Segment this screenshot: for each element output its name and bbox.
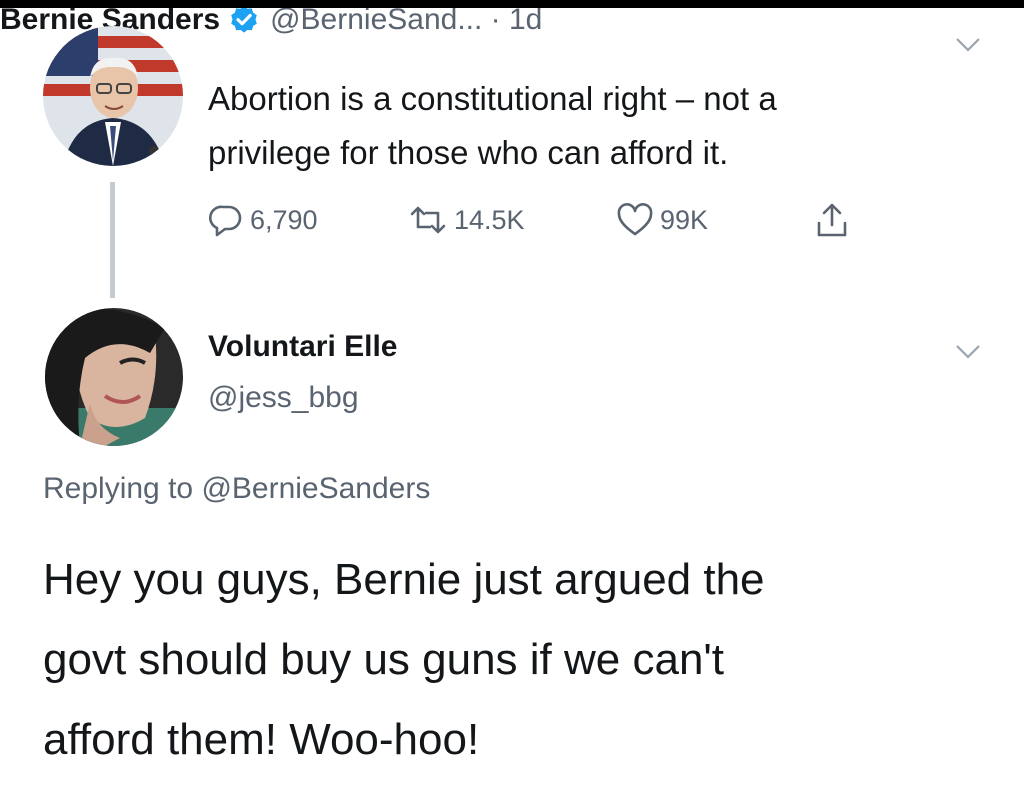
tweet2-text: Hey you guys, Bernie just argued the gov…: [43, 540, 1003, 780]
tweet1-text-line: privilege for those who can afford it.: [208, 134, 729, 171]
like-count: 99K: [660, 204, 709, 235]
retweet-count: 14.5K: [454, 204, 525, 235]
heart-icon: [617, 203, 653, 236]
tweet2-chevron-down-icon[interactable]: [955, 343, 981, 361]
tweet1-chevron-down-icon[interactable]: [955, 36, 981, 54]
retweet-icon: [410, 206, 446, 234]
top-bar: [0, 0, 1024, 8]
thread-connector-line: [110, 182, 115, 298]
reply-button[interactable]: 6,790: [208, 200, 318, 240]
tweet2-author-name[interactable]: Voluntari Elle: [208, 330, 397, 364]
avatar-voluntari-elle[interactable]: [45, 308, 183, 446]
replying-to-prefix: Replying to: [43, 472, 202, 505]
tweet2-text-line: afford them! Woo-hoo!: [43, 715, 480, 764]
reply-count: 6,790: [250, 204, 318, 235]
verified-badge-icon: [231, 6, 257, 33]
retweet-button[interactable]: 14.5K: [408, 200, 525, 240]
tweet2-text-line: Hey you guys, Bernie just argued the: [43, 555, 765, 604]
tweet2-handle[interactable]: @jess_bbg: [208, 381, 359, 415]
avatar-bernie-sanders[interactable]: [43, 26, 183, 166]
tweet1-text: Abortion is a constitutional right – not…: [208, 72, 988, 180]
tweet2-text-line: govt should buy us guns if we can't: [43, 635, 725, 684]
tweet1-handle-and-time[interactable]: @BernieSand... · 1d: [270, 3, 542, 37]
like-button[interactable]: 99K: [616, 200, 708, 240]
tweet1-action-bar: 6,790 14.5K 99K: [208, 200, 908, 240]
replying-to: Replying to @BernieSanders: [43, 472, 430, 506]
share-icon: [817, 203, 847, 237]
reply-icon: [208, 205, 242, 237]
replying-to-handle-link[interactable]: @BernieSanders: [201, 472, 430, 505]
tweet1-text-line: Abortion is a constitutional right – not…: [208, 80, 777, 117]
share-button[interactable]: [815, 200, 849, 240]
